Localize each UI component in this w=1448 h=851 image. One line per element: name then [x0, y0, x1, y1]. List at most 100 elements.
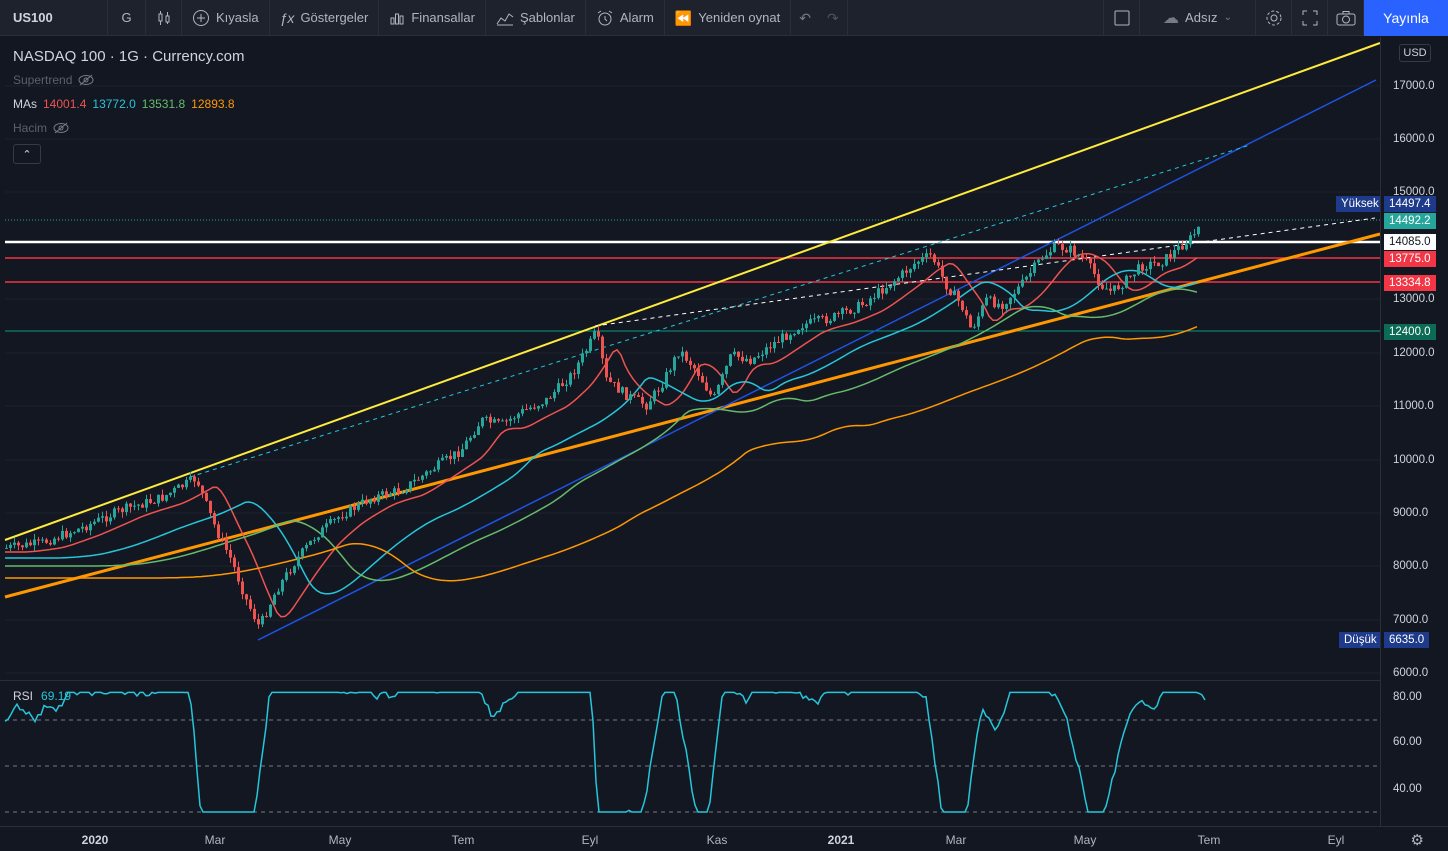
rsi-label[interactable]: RSI [13, 689, 33, 703]
candle-body [801, 328, 804, 330]
rally-trend-line[interactable] [257, 79, 1377, 641]
candle-body [177, 484, 180, 488]
candle-body [341, 517, 344, 519]
candle-body [389, 494, 392, 497]
gear-icon[interactable]: ⚙ [1411, 831, 1424, 849]
square-icon [1114, 10, 1129, 25]
candle-body [1113, 285, 1116, 291]
interval-button[interactable]: G [108, 0, 146, 36]
time-label: Tem [451, 833, 475, 847]
candle-body [761, 354, 764, 357]
candle-body [181, 484, 184, 488]
compare-button[interactable]: Kıyasla [182, 0, 270, 36]
currency-label: USD [1403, 47, 1427, 59]
candle-body [381, 491, 384, 495]
candle-body [597, 331, 600, 337]
alert-button[interactable]: Alarm [586, 0, 665, 36]
eye-off-icon[interactable] [53, 122, 69, 134]
screenshot-button[interactable] [1328, 0, 1364, 36]
candle-body [513, 418, 516, 420]
undo-icon: ↶ [799, 9, 811, 26]
publish-button[interactable]: Yayınla [1364, 0, 1448, 36]
white-line-value: 14085.0 [1389, 236, 1431, 248]
candle-body [489, 416, 492, 423]
dashed-white-line[interactable] [594, 217, 1376, 327]
volume-label[interactable]: Hacim [13, 121, 47, 135]
candle-body [361, 499, 364, 504]
candle-body [377, 494, 380, 502]
candle-body [1185, 244, 1188, 250]
candle-body [685, 351, 688, 361]
candle-body [857, 301, 860, 313]
candle-body [949, 289, 952, 296]
grid [5, 85, 1380, 674]
price-tick-label: 8000.0 [1393, 560, 1429, 572]
last-price-tag: 14492.2 [1384, 213, 1436, 229]
candle-body [657, 390, 660, 392]
candle-body [97, 517, 100, 522]
chart-type-button[interactable] [146, 0, 182, 36]
symbol-search-button[interactable]: US100 [0, 0, 108, 36]
undo-button[interactable]: ↶ [791, 0, 819, 36]
candle-body [1001, 303, 1004, 309]
lower-channel-line[interactable] [4, 232, 1381, 599]
fullscreen-button[interactable] [1292, 0, 1328, 36]
replay-button[interactable]: ⏪ Yeniden oynat [665, 0, 792, 36]
candle-body [1193, 234, 1196, 236]
time-label: May [1073, 833, 1097, 847]
cloud-icon: ☁ [1163, 9, 1180, 27]
candle-body [1073, 245, 1076, 256]
financials-button[interactable]: Finansallar [379, 0, 486, 36]
candle-body [901, 270, 904, 278]
candle-body [133, 505, 136, 507]
candle-body [625, 387, 628, 400]
candle-body [53, 538, 56, 545]
redo-icon: ↷ [826, 9, 839, 26]
candle-body [881, 288, 884, 294]
candle-body [521, 409, 524, 414]
candle-body [1041, 258, 1044, 260]
high-label: Yüksek [1341, 198, 1379, 210]
candle-body [593, 331, 596, 339]
supertrend-label[interactable]: Supertrend [13, 73, 72, 87]
candle-body [925, 253, 928, 258]
candle-body [1069, 245, 1072, 253]
time-label: Eyl [581, 833, 599, 847]
eye-off-icon[interactable] [78, 74, 94, 86]
candle-body [621, 387, 624, 393]
candle-body [317, 537, 320, 540]
replay-label: Yeniden oynat [698, 10, 781, 25]
high-value: 14497.4 [1389, 198, 1431, 210]
candle-body [329, 519, 332, 524]
red-line-1-value: 13775.0 [1389, 253, 1431, 265]
candle-body [1129, 275, 1132, 277]
candle-body [1089, 258, 1092, 264]
layout-name-button[interactable]: ☁ Adsız ⌄ [1140, 0, 1256, 36]
legend-collapse-button[interactable]: ⌃ [13, 144, 41, 164]
redo-button[interactable]: ↷ [819, 0, 848, 36]
candle-body [173, 487, 176, 493]
candle-body [365, 499, 368, 504]
candle-body [65, 530, 68, 538]
alert-label: Alarm [619, 10, 654, 25]
candle-body [913, 263, 916, 270]
high-tag-label: Yüksek [1336, 196, 1380, 212]
layout-select-button[interactable] [1104, 0, 1140, 36]
candle-body [877, 288, 880, 298]
candle-body [809, 318, 812, 324]
candle-body [681, 351, 684, 357]
candle-body [637, 395, 640, 397]
candle-body [909, 269, 912, 273]
candle-body [261, 615, 264, 625]
candle-body [953, 290, 956, 296]
candle-body [397, 488, 400, 494]
mas-label[interactable]: MAs [13, 97, 37, 111]
templates-button[interactable]: Şablonlar [486, 0, 586, 36]
time-axis[interactable]: 2020 Mar May Tem Eyl Kas 2021 Mar May Tem Eyl ⚙ [0, 826, 1448, 851]
time-label: Tem [1197, 833, 1221, 847]
currency-button[interactable]: USD [1399, 44, 1431, 62]
settings-button[interactable] [1256, 0, 1292, 36]
candle-body [141, 504, 144, 508]
candle-body [165, 495, 168, 501]
indicators-button[interactable]: ƒx Göstergeler [270, 0, 380, 36]
